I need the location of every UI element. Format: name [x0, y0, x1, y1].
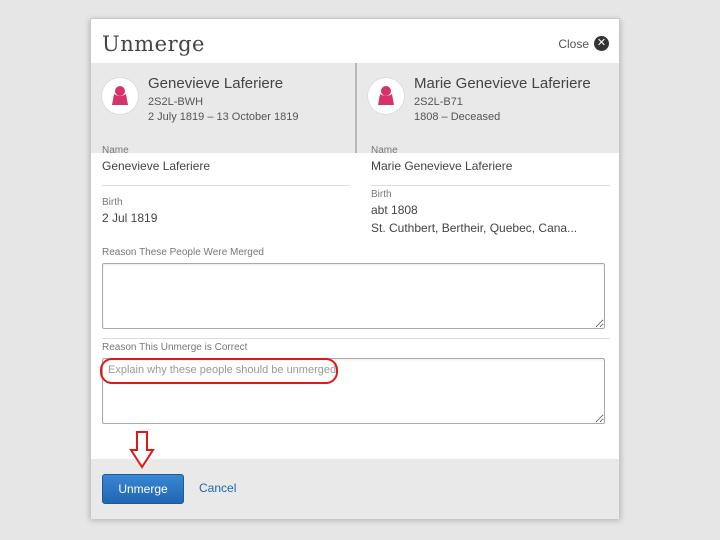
birth-place: St. Cuthbert, Bertheir, Quebec, Cana... — [371, 221, 578, 235]
person-id: 2S2L-B71 — [414, 96, 463, 108]
avatar — [102, 78, 138, 114]
dialog-header: Unmerge Close ✕ — [91, 19, 619, 63]
name-value: Genevieve Laferiere — [102, 159, 211, 173]
close-label: Close — [558, 36, 589, 51]
birth-field-right: Birth abt 1808 St. Cuthbert, Bertheir, Q… — [371, 189, 577, 235]
person-card-left[interactable]: Genevieve Laferiere 2S2L-BWH 2 July 1819… — [91, 63, 355, 153]
name-field-left: Name Genevieve Laferiere — [102, 145, 210, 173]
birth-field-left: Birth 2 Jul 1819 — [102, 197, 157, 225]
birth-date: abt 1808 — [371, 203, 418, 217]
dialog-title: Unmerge — [102, 32, 205, 56]
close-button[interactable]: Close ✕ — [558, 36, 609, 51]
unmerge-reason-label: Reason This Unmerge is Correct — [102, 342, 248, 353]
person-id: 2S2L-BWH — [148, 96, 204, 108]
dialog-footer: Unmerge Cancel — [91, 459, 619, 519]
avatar — [368, 78, 404, 114]
unmerge-reason-textarea[interactable] — [102, 358, 605, 424]
person-card-right[interactable]: Marie Genevieve Laferiere 2S2L-B71 1808 … — [355, 63, 619, 153]
person-name: Marie Genevieve Laferiere — [414, 75, 591, 92]
name-value: Marie Genevieve Laferiere — [371, 159, 513, 173]
unmerge-dialog: Unmerge Close ✕ Genevieve Laferiere 2S2L… — [90, 18, 620, 519]
divider — [102, 185, 350, 186]
annotation-down-arrow-icon — [129, 431, 155, 469]
person-summary-bar: Genevieve Laferiere 2S2L-BWH 2 July 1819… — [91, 63, 619, 153]
name-label: Name — [102, 145, 129, 156]
merged-reason-textarea[interactable] — [102, 263, 605, 329]
birth-label: Birth — [371, 189, 392, 200]
merged-reason-label: Reason These People Were Merged — [102, 247, 264, 258]
unmerge-button[interactable]: Unmerge — [102, 474, 184, 504]
female-silhouette-icon — [112, 86, 128, 105]
person-name: Genevieve Laferiere — [148, 75, 284, 92]
cancel-link[interactable]: Cancel — [199, 481, 236, 495]
close-icon: ✕ — [594, 36, 609, 51]
birth-date: 2 Jul 1819 — [102, 211, 158, 225]
divider — [102, 338, 610, 339]
name-field-right: Name Marie Genevieve Laferiere — [371, 145, 512, 173]
name-label: Name — [371, 145, 398, 156]
person-dates: 1808 – Deceased — [414, 111, 501, 123]
divider — [371, 185, 610, 186]
birth-label: Birth — [102, 197, 123, 208]
person-dates: 2 July 1819 – 13 October 1819 — [148, 111, 299, 123]
female-silhouette-icon — [378, 86, 394, 105]
